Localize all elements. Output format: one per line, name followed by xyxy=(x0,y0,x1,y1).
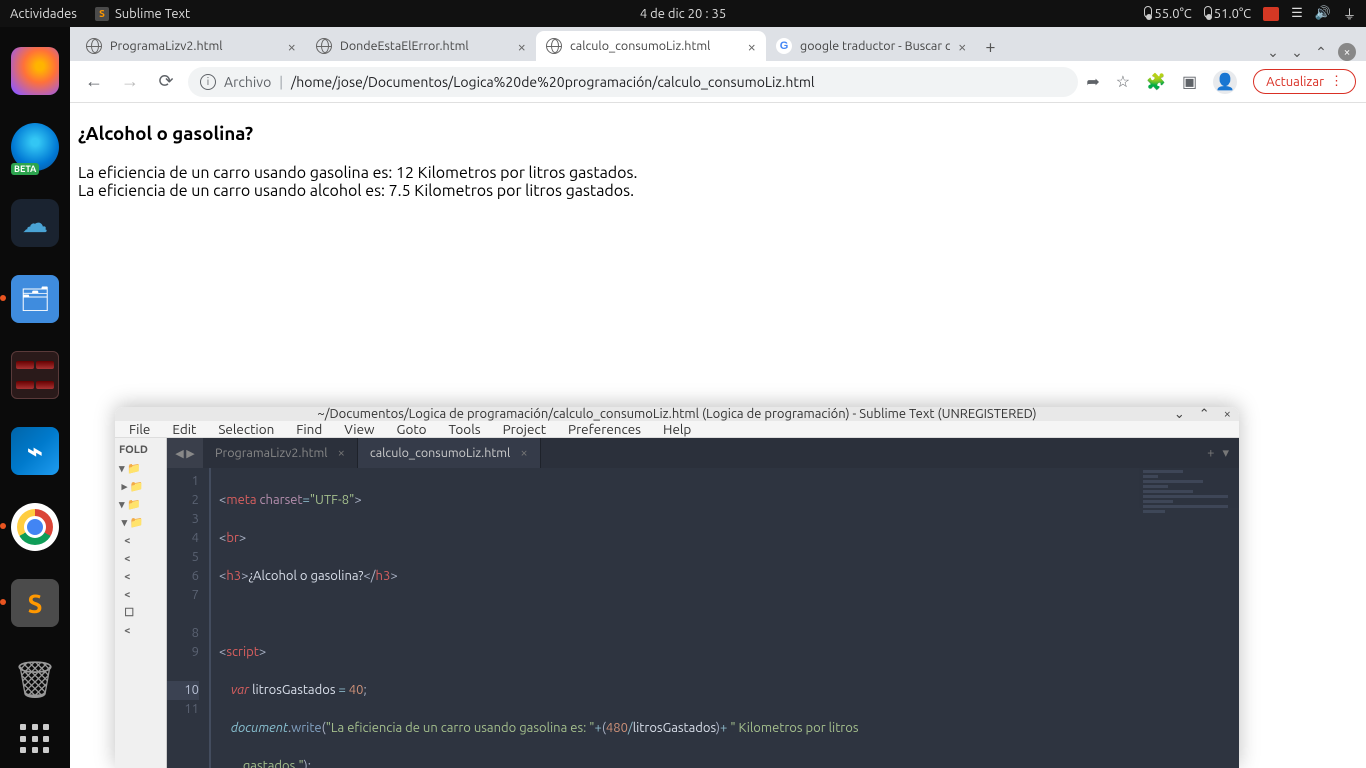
tabstrip: ProgramaLizv2.html× DondeEstaElError.htm… xyxy=(70,27,1366,61)
back-button[interactable]: ← xyxy=(80,68,108,96)
url-path: /home/jose/Documentos/Logica%20de%20prog… xyxy=(291,74,815,90)
new-tab-button[interactable]: + xyxy=(976,33,1004,61)
terminal-app-icon[interactable] xyxy=(11,351,59,399)
indicator-icon[interactable] xyxy=(1263,7,1279,21)
active-app[interactable]: SSublime Text xyxy=(95,7,190,21)
close-icon[interactable]: × xyxy=(1224,407,1231,422)
menu-selection[interactable]: Selection xyxy=(218,421,274,437)
tab-dondeesta[interactable]: DondeEstaElError.html× xyxy=(306,31,536,61)
close-tab-icon[interactable]: × xyxy=(958,38,966,55)
sublime-text-icon[interactable]: S xyxy=(11,579,59,627)
sublime-icon: S xyxy=(95,7,109,21)
close-tab-icon[interactable]: × xyxy=(520,446,527,460)
menu-project[interactable]: Project xyxy=(503,421,546,437)
sublime-menubar: File Edit Selection Find View Goto Tools… xyxy=(115,421,1239,438)
close-window-icon[interactable]: × xyxy=(1338,43,1356,61)
sublime-title: ~/Documentos/Logica de programación/calc… xyxy=(317,407,1036,421)
profile-avatar-icon[interactable]: 👤 xyxy=(1213,70,1237,94)
menu-view[interactable]: View xyxy=(344,421,374,437)
minimize-icon[interactable]: ⌄ xyxy=(1174,407,1185,422)
files-icon[interactable]: 🗂 xyxy=(11,275,59,323)
minimap[interactable] xyxy=(1139,468,1239,548)
tab-history-buttons[interactable]: ◀ ▶ xyxy=(167,438,203,468)
trash-icon[interactable]: 🗑 xyxy=(11,655,59,703)
sidebar-tree[interactable]: ▾ 📁 ▸ 📁▾ 📁 ▾ 📁 < < < < ☐ < xyxy=(119,460,162,640)
google-icon: G xyxy=(776,38,792,54)
sublime-titlebar[interactable]: ~/Documentos/Logica de programación/calc… xyxy=(115,407,1239,421)
firefox-icon[interactable] xyxy=(11,47,59,95)
menu-find[interactable]: Find xyxy=(296,421,322,437)
globe-icon xyxy=(316,38,332,54)
power-icon[interactable]: ⏚ xyxy=(1343,4,1356,23)
forward-button[interactable]: → xyxy=(116,68,144,96)
maximize-icon[interactable]: ⌃ xyxy=(1199,407,1210,422)
new-tab-icon[interactable]: + xyxy=(1207,446,1214,460)
gutter: 1 2 3 4 5 6 7 8 9 10 11 xyxy=(167,468,211,768)
temp-sensor-1: 55.0°C xyxy=(1144,6,1191,21)
close-tab-icon[interactable]: × xyxy=(338,446,345,460)
temp-sensor-2: 51.0°C xyxy=(1204,6,1251,21)
maximize-icon[interactable]: ⌃ xyxy=(1314,45,1328,59)
edge-beta-icon[interactable]: BETA xyxy=(11,123,59,171)
sidepanel-icon[interactable]: ▣ xyxy=(1182,72,1197,91)
app-grid-icon[interactable] xyxy=(20,724,50,754)
code-area[interactable]: 1 2 3 4 5 6 7 8 9 10 11 <meta charset="U… xyxy=(167,468,1239,768)
tab-menu-icon[interactable]: ▾ xyxy=(1222,446,1229,461)
code-lines[interactable]: <meta charset="UTF-8"> <br> <h3>¿Alcohol… xyxy=(211,468,1239,768)
share-icon[interactable]: ➦ xyxy=(1086,72,1099,91)
globe-icon xyxy=(546,38,562,54)
tab-search-icon[interactable]: ⌄ xyxy=(1266,45,1280,59)
sublime-window: ~/Documentos/Logica de programación/calc… xyxy=(115,407,1239,768)
tab-google[interactable]: Ggoogle traductor - Buscar con× xyxy=(766,31,976,61)
menu-preferences[interactable]: Preferences xyxy=(568,421,641,437)
gnome-topbar: Actividades SSublime Text 4 de dic 20 : … xyxy=(0,0,1366,27)
menu-edit[interactable]: Edit xyxy=(172,421,196,437)
globe-icon xyxy=(86,38,102,54)
wifi-icon[interactable]: ☰ xyxy=(1291,6,1303,21)
page-line-1: La eficiencia de un carro usando gasolin… xyxy=(78,164,1358,182)
menu-help[interactable]: Help xyxy=(663,421,691,437)
clock[interactable]: 4 de dic 20 : 35 xyxy=(640,7,726,21)
editor-tabs: ◀ ▶ ProgramaLizv2.html× calculo_consumoL… xyxy=(167,438,1239,468)
close-tab-icon[interactable]: × xyxy=(288,38,296,55)
sidebar-title: FOLD xyxy=(119,444,162,456)
menu-file[interactable]: File xyxy=(129,421,150,437)
update-button[interactable]: Actualizar⋮ xyxy=(1253,69,1356,94)
close-tab-icon[interactable]: × xyxy=(518,38,526,55)
sublime-sidebar[interactable]: FOLD ▾ 📁 ▸ 📁▾ 📁 ▾ 📁 < < < < ☐ < xyxy=(115,438,167,768)
menu-goto[interactable]: Goto xyxy=(397,421,427,437)
url-scheme-label: Archivo xyxy=(224,74,271,90)
tab-calculo[interactable]: calculo_consumoLiz.html× xyxy=(536,31,766,61)
extensions-icon[interactable]: 🧩 xyxy=(1146,72,1166,91)
cloud-app-icon[interactable]: ☁ xyxy=(11,199,59,247)
chrome-icon[interactable] xyxy=(11,503,59,551)
tab-programaliz[interactable]: ProgramaLizv2.html× xyxy=(76,31,306,61)
omnibox[interactable]: i Archivo | /home/jose/Documentos/Logica… xyxy=(188,67,1078,97)
volume-icon[interactable]: 🔊 xyxy=(1315,6,1331,21)
minimize-icon[interactable]: ⌄ xyxy=(1290,45,1304,59)
editor-tab-programaliz[interactable]: ProgramaLizv2.html× xyxy=(203,438,358,468)
address-bar: ← → ⟳ i Archivo | /home/jose/Documentos/… xyxy=(70,61,1366,103)
page-line-2: La eficiencia de un carro usando alcohol… xyxy=(78,182,1358,200)
editor-tab-calculo[interactable]: calculo_consumoLiz.html× xyxy=(358,438,541,468)
site-info-icon[interactable]: i xyxy=(200,74,216,90)
menu-tools[interactable]: Tools xyxy=(449,421,481,437)
close-tab-icon[interactable]: × xyxy=(748,38,756,55)
editor: ◀ ▶ ProgramaLizv2.html× calculo_consumoL… xyxy=(167,438,1239,768)
reload-button[interactable]: ⟳ xyxy=(152,68,180,96)
vscode-icon[interactable]: ⌁ xyxy=(11,427,59,475)
activities-button[interactable]: Actividades xyxy=(10,7,77,21)
bookmark-icon[interactable]: ☆ xyxy=(1116,72,1130,91)
dock: BETA ☁ 🗂 ⌁ S 🗑 xyxy=(0,27,70,768)
page-heading: ¿Alcohol o gasolina? xyxy=(78,123,1358,144)
